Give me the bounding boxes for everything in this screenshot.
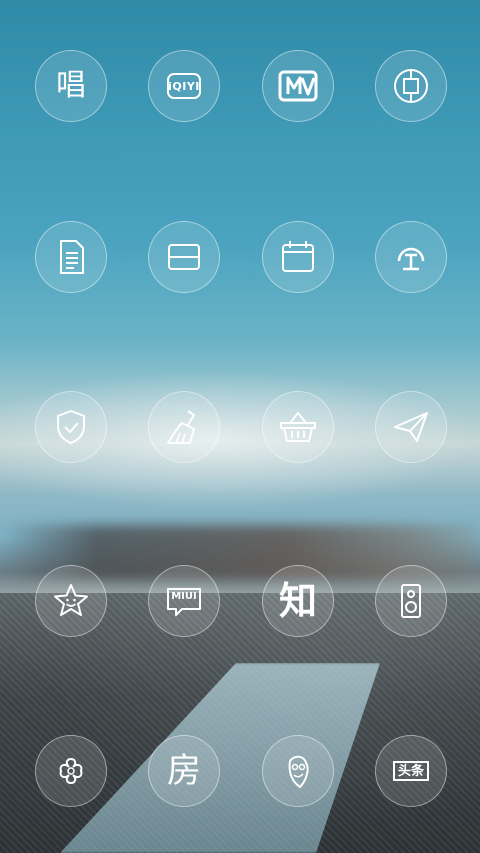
zhihu-app-icon[interactable]: 知 xyxy=(262,565,334,637)
bank-icon xyxy=(394,69,428,103)
scanner-app-icon[interactable] xyxy=(148,221,220,293)
miui-app-icon[interactable]: MIUI xyxy=(148,565,220,637)
speaker-icon xyxy=(401,584,421,618)
iqiyi-app-icon[interactable]: iQIYI xyxy=(148,50,220,122)
cleaner-app-icon[interactable] xyxy=(148,391,220,463)
security-app-icon[interactable] xyxy=(35,391,107,463)
sing-app-icon[interactable]: 唱 xyxy=(35,50,107,122)
mascot-app-icon[interactable] xyxy=(262,735,334,807)
paper-plane-icon xyxy=(394,412,428,442)
scanner-icon xyxy=(168,244,200,270)
send-app-icon[interactable] xyxy=(375,391,447,463)
broom-icon xyxy=(167,410,196,444)
toutiao-app-icon[interactable]: 头条 xyxy=(375,735,447,807)
knot-icon xyxy=(59,757,83,785)
basket-icon xyxy=(280,411,316,442)
shield-icon xyxy=(57,410,85,444)
railway-icon xyxy=(397,247,425,271)
railway-app-icon[interactable] xyxy=(375,221,447,293)
calendar-icon xyxy=(282,241,314,272)
star-app-icon[interactable] xyxy=(35,565,107,637)
zhihu-glyph: 知 xyxy=(278,579,317,623)
document-app-icon[interactable] xyxy=(35,221,107,293)
toutiao-label: 头条 xyxy=(397,763,424,779)
miui-label: MIUI xyxy=(171,591,197,602)
fang-glyph: 房 xyxy=(167,751,201,791)
smiling-star-icon xyxy=(54,584,88,616)
mgtv-app-icon[interactable] xyxy=(262,50,334,122)
mascot-icon xyxy=(288,755,309,789)
document-icon xyxy=(60,240,84,274)
fang-app-icon[interactable]: 房 xyxy=(148,735,220,807)
sing-glyph: 唱 xyxy=(56,68,86,103)
calendar-app-icon[interactable] xyxy=(262,221,334,293)
mgtv-icon xyxy=(278,70,318,102)
home-screen-grid: 唱 iQIYI MIUI 知 房 头条 xyxy=(0,0,480,853)
china-unicom-app-icon[interactable] xyxy=(35,735,107,807)
iqiyi-label: iQIYI xyxy=(168,79,200,93)
speaker-app-icon[interactable] xyxy=(375,565,447,637)
basket-app-icon[interactable] xyxy=(262,391,334,463)
bank-app-icon[interactable] xyxy=(375,50,447,122)
